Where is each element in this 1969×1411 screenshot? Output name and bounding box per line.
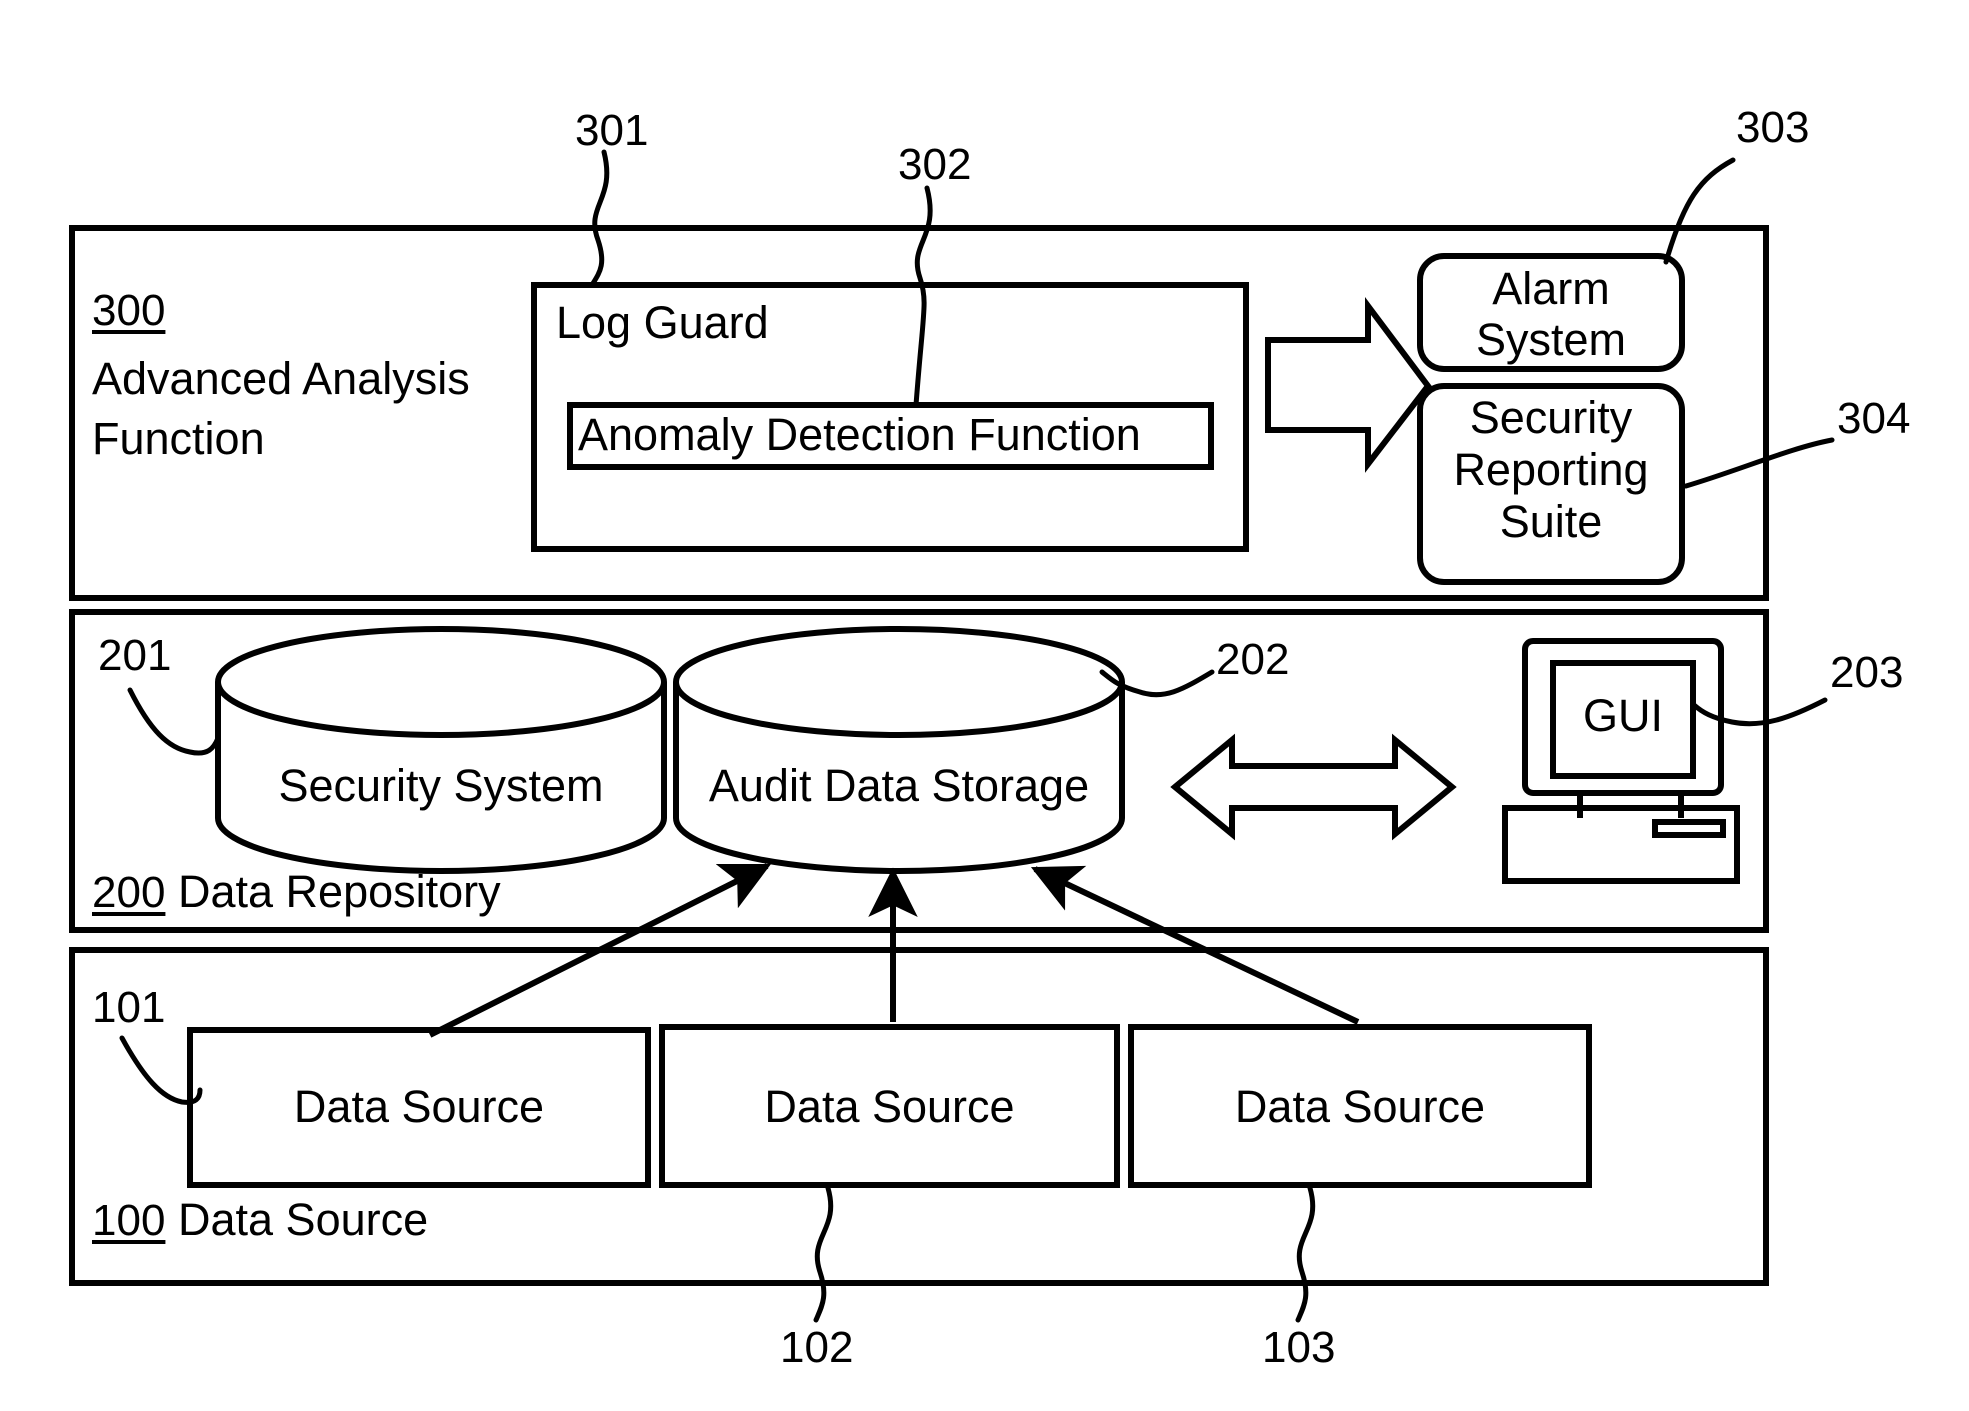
data-source-103-label: Data Source <box>1234 1081 1486 1132</box>
ref-300: 300 <box>92 286 166 335</box>
security-reporting-label-line1: Security <box>1469 392 1633 443</box>
bidirectional-arrow <box>1170 733 1457 841</box>
leader-304 <box>1683 437 1835 489</box>
ref-203: 203 <box>1830 648 1904 697</box>
ref-303: 303 <box>1736 103 1810 152</box>
ref-304: 304 <box>1837 394 1911 443</box>
diagram-canvas: 300 Advanced Analysis Function 301 Log G… <box>0 0 1969 1411</box>
ref-202: 202 <box>1216 635 1290 684</box>
section-300-title-line1: Advanced Analysis <box>92 353 470 404</box>
ref-100: 100 <box>92 1196 166 1245</box>
data-source-section-title: Data Source <box>178 1194 429 1245</box>
anomaly-detection-label: Anomaly Detection Function <box>578 409 1141 460</box>
ref-301: 301 <box>575 106 649 155</box>
audit-data-storage-label: Audit Data Storage <box>708 760 1090 811</box>
alarm-system-label-line2: System <box>1475 314 1627 365</box>
leader-302 <box>913 185 933 408</box>
ref-201: 201 <box>98 631 172 680</box>
leader-201 <box>127 687 221 756</box>
security-reporting-label-line3: Suite <box>1499 496 1603 547</box>
cylinder-202-top <box>673 626 1125 738</box>
data-source-102-label: Data Source <box>764 1081 1015 1132</box>
security-system-label: Security System <box>278 760 604 811</box>
ref-102: 102 <box>780 1323 854 1372</box>
computer-drive-slot <box>1652 819 1726 838</box>
cylinder-201-top <box>215 626 667 738</box>
leader-203 <box>1691 697 1828 727</box>
block-arrow-to-alarm <box>1265 297 1432 473</box>
leader-303 <box>1663 157 1736 265</box>
log-guard-label: Log Guard <box>556 297 769 348</box>
leader-102 <box>813 1185 834 1323</box>
computer-base <box>1502 805 1740 884</box>
gui-label: GUI <box>1582 690 1663 741</box>
alarm-system-label-line1: Alarm <box>1492 263 1610 314</box>
ref-200: 200 <box>92 868 166 917</box>
ref-302: 302 <box>898 140 972 189</box>
leader-301 <box>589 149 610 288</box>
data-source-101-label: Data Source <box>293 1081 545 1132</box>
section-300-title-line2: Function <box>92 413 265 464</box>
ref-103: 103 <box>1262 1323 1336 1372</box>
data-repository-title: Data Repository <box>178 866 501 917</box>
leader-103 <box>1295 1185 1316 1323</box>
ref-101: 101 <box>92 983 166 1032</box>
arrow-103-to-202 <box>1030 865 1360 1025</box>
security-reporting-label-line2: Reporting <box>1453 444 1649 495</box>
